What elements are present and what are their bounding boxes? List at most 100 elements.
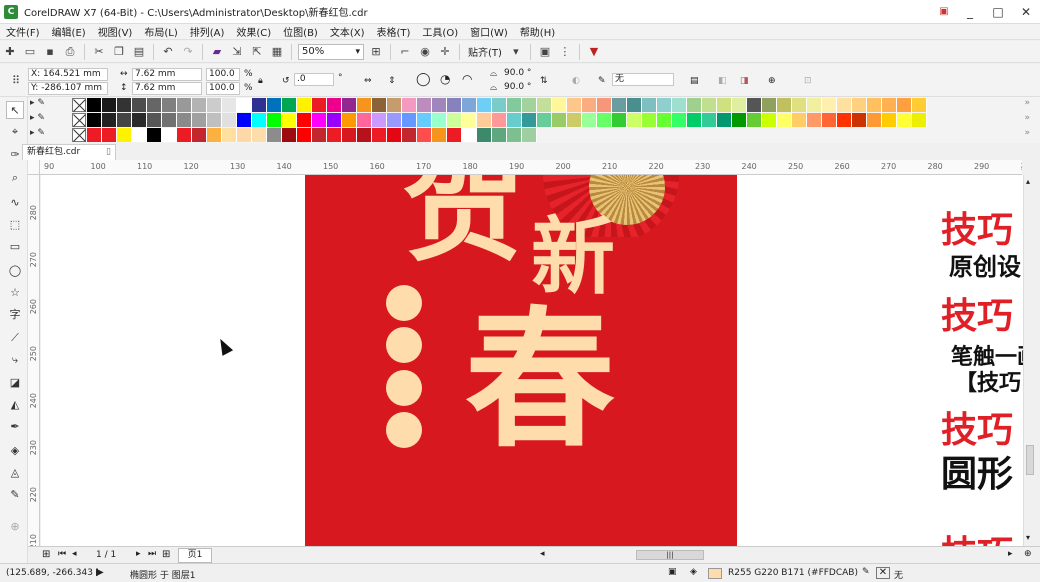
eyedropper-icon[interactable]: ✒ xyxy=(6,417,24,435)
color-swatch[interactable] xyxy=(537,113,552,127)
color-swatch[interactable] xyxy=(792,113,807,127)
color-swatch[interactable] xyxy=(717,113,732,127)
color-swatch[interactable] xyxy=(102,113,117,127)
snap-to-dropdown[interactable]: 贴齐(T) xyxy=(468,44,502,59)
scale-y-field[interactable]: 100.0 xyxy=(206,82,240,95)
color-swatch[interactable] xyxy=(537,98,552,112)
scale-x-field[interactable]: 100.0 xyxy=(206,68,240,81)
color-swatch[interactable] xyxy=(507,113,522,127)
search-content-icon[interactable]: ▰ xyxy=(209,44,225,60)
color-swatch[interactable] xyxy=(882,98,897,112)
scroll-up-icon[interactable]: ▴ xyxy=(1026,177,1030,186)
color-swatch[interactable] xyxy=(747,98,762,112)
color-swatch[interactable] xyxy=(462,113,477,127)
color-swatch[interactable] xyxy=(117,98,132,112)
color-swatch[interactable] xyxy=(132,98,147,112)
publish-pdf-icon[interactable]: ▦ xyxy=(269,44,285,60)
no-outline-icon[interactable]: ✕ xyxy=(876,567,890,579)
ruler-horizontal[interactable]: 90 100 110 120 130 140 150 160 170 180 190 200 210 22… xyxy=(40,160,1022,175)
artwork-char-chun[interactable]: 春 xyxy=(465,305,615,455)
color-swatch[interactable] xyxy=(162,113,177,127)
fill-color-swatch[interactable] xyxy=(708,568,722,579)
menu-view[interactable]: 视图(V) xyxy=(92,24,139,39)
show-guidelines-icon[interactable]: ✛ xyxy=(437,44,453,60)
scroll-left-icon[interactable]: ◂ xyxy=(540,549,545,559)
color-swatch[interactable] xyxy=(447,98,462,112)
color-swatch[interactable] xyxy=(297,98,312,112)
color-swatch[interactable] xyxy=(462,128,477,142)
color-swatch[interactable] xyxy=(192,98,207,112)
color-swatch[interactable] xyxy=(912,113,927,127)
scroll-right-icon[interactable]: ▸ xyxy=(1008,549,1013,559)
smart-fill-tool-icon[interactable]: ◬ xyxy=(6,463,24,481)
export-icon[interactable]: ⇱ xyxy=(249,44,265,60)
color-swatch[interactable] xyxy=(597,98,612,112)
color-swatch[interactable] xyxy=(192,113,207,127)
color-proof-icon[interactable]: ▣ xyxy=(668,567,677,577)
show-grid-icon[interactable]: ◉ xyxy=(417,44,433,60)
color-swatch[interactable] xyxy=(162,128,177,142)
color-swatch[interactable] xyxy=(282,113,297,127)
convert-to-curves-icon[interactable]: ⊕ xyxy=(768,75,776,88)
menu-help[interactable]: 帮助(H) xyxy=(514,24,561,39)
color-swatch[interactable] xyxy=(177,113,192,127)
color-swatch[interactable] xyxy=(792,98,807,112)
last-page-icon[interactable]: ⏭ xyxy=(148,549,156,559)
color-swatch[interactable] xyxy=(147,113,162,127)
chevron-down-icon[interactable]: ▾ xyxy=(508,44,524,60)
color-swatch[interactable] xyxy=(612,98,627,112)
save-icon[interactable]: ▪ xyxy=(42,44,58,60)
color-swatch[interactable] xyxy=(357,128,372,142)
color-swatch[interactable] xyxy=(327,128,342,142)
color-swatch[interactable] xyxy=(762,113,777,127)
spinner-icon[interactable]: ⇅ xyxy=(540,75,548,88)
color-swatch[interactable] xyxy=(657,98,672,112)
color-swatch[interactable] xyxy=(642,98,657,112)
color-swatch[interactable] xyxy=(492,113,507,127)
quick-customize-icon[interactable]: ⊡ xyxy=(804,75,812,88)
color-swatch[interactable] xyxy=(162,98,177,112)
color-swatch[interactable] xyxy=(837,113,852,127)
menu-tools[interactable]: 工具(O) xyxy=(416,24,464,39)
color-swatch[interactable] xyxy=(387,113,402,127)
no-color-swatch[interactable] xyxy=(72,113,86,127)
color-swatch[interactable] xyxy=(582,98,597,112)
arc-icon[interactable]: ◠ xyxy=(462,73,472,86)
play-icon[interactable]: ▶ xyxy=(96,567,104,578)
color-swatch[interactable] xyxy=(237,128,252,142)
color-swatch[interactable] xyxy=(342,98,357,112)
color-swatch[interactable] xyxy=(207,113,222,127)
menu-window[interactable]: 窗口(W) xyxy=(464,24,514,39)
user-icon[interactable]: ▣ xyxy=(932,0,956,24)
color-swatch[interactable] xyxy=(282,128,297,142)
start-angle-field[interactable]: 90.0 ° xyxy=(502,68,536,81)
cut-icon[interactable]: ✂ xyxy=(91,44,107,60)
color-swatch[interactable] xyxy=(432,98,447,112)
color-swatch[interactable] xyxy=(297,113,312,127)
color-swatch[interactable] xyxy=(852,98,867,112)
show-rulers-icon[interactable]: ⌐ xyxy=(397,44,413,60)
drop-shadow-icon[interactable]: ◪ xyxy=(6,373,24,391)
color-swatch[interactable] xyxy=(87,113,102,127)
transparency-icon[interactable]: ◭ xyxy=(6,395,24,413)
color-swatch[interactable] xyxy=(417,98,432,112)
color-swatch[interactable] xyxy=(297,128,312,142)
full-screen-icon[interactable]: ⊞ xyxy=(368,44,384,60)
color-swatch[interactable] xyxy=(822,113,837,127)
document-tab[interactable]: 新春红包.cdr ▯ xyxy=(22,144,116,160)
outline-width-select[interactable]: 无 xyxy=(612,73,674,86)
color-swatch[interactable] xyxy=(147,128,162,142)
interactive-fill-icon[interactable]: ◈ xyxy=(6,441,24,459)
color-swatch[interactable] xyxy=(132,113,147,127)
vertical-scroll-thumb[interactable] xyxy=(1026,445,1034,475)
menu-arrange[interactable]: 排列(A) xyxy=(184,24,231,39)
color-swatch[interactable] xyxy=(747,113,762,127)
ellipse-shape[interactable] xyxy=(386,412,422,448)
side-text-yuanchuang[interactable]: 原创设 xyxy=(949,247,1021,282)
color-swatch[interactable] xyxy=(117,128,132,142)
ruler-origin[interactable] xyxy=(28,160,40,175)
navigator-icon[interactable]: ⊕ xyxy=(1024,549,1032,559)
color-swatch[interactable] xyxy=(807,98,822,112)
color-swatch[interactable] xyxy=(837,98,852,112)
menu-effects[interactable]: 效果(C) xyxy=(230,24,277,39)
